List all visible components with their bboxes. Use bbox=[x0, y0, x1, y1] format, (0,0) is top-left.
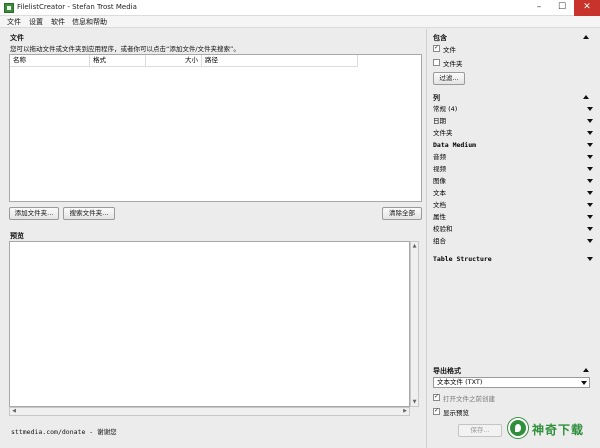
column-group-label: 常规 (4) bbox=[433, 105, 458, 113]
menu-file[interactable]: 文件 bbox=[7, 17, 21, 27]
column-group-video[interactable]: 视频 bbox=[433, 164, 593, 174]
show-preview-checkbox[interactable] bbox=[433, 407, 440, 415]
export-format-value: 文本文件 (TXT) bbox=[437, 378, 483, 386]
scroll-up-icon[interactable]: ▲ bbox=[411, 242, 418, 250]
column-group-label: 校验和 bbox=[433, 225, 453, 233]
triangle-down-icon bbox=[587, 131, 593, 135]
column-group-label: 视频 bbox=[433, 165, 446, 173]
export-format-select[interactable]: 文本文件 (TXT) bbox=[433, 377, 590, 388]
column-group-label: 属性 bbox=[433, 213, 446, 221]
table-structure-group[interactable]: Table Structure bbox=[433, 254, 593, 264]
minimize-button[interactable]: – bbox=[528, 0, 550, 16]
preview-heading: 预览 bbox=[10, 232, 24, 240]
scroll-right-icon[interactable]: ▶ bbox=[401, 408, 409, 415]
panel-divider bbox=[426, 29, 427, 448]
triangle-down-icon bbox=[587, 203, 593, 207]
table-structure-label: Table Structure bbox=[433, 255, 492, 263]
column-group-label: 图像 bbox=[433, 177, 446, 185]
chevron-down-icon bbox=[581, 381, 587, 385]
triangle-down-icon bbox=[587, 227, 593, 231]
triangle-down-icon bbox=[587, 107, 593, 111]
title-bar: FilelistCreator - Stefan Trost Media – ☐… bbox=[0, 0, 600, 16]
column-group-attributes[interactable]: 属性 bbox=[433, 212, 593, 222]
folders-checkbox[interactable] bbox=[433, 59, 440, 66]
column-header-path[interactable]: 路径 bbox=[202, 55, 358, 67]
column-group-date[interactable]: 日期 bbox=[433, 116, 593, 126]
triangle-down-icon bbox=[587, 167, 593, 171]
menu-help[interactable]: 信息和帮助 bbox=[72, 17, 107, 27]
column-group-general[interactable]: 常规 (4) bbox=[433, 104, 593, 114]
column-group-folder[interactable]: 文件夹 bbox=[433, 128, 593, 138]
preview-vertical-scrollbar[interactable]: ▲ ▼ bbox=[410, 241, 419, 407]
menu-software[interactable]: 软件 bbox=[51, 17, 65, 27]
open-after-checkbox[interactable] bbox=[433, 393, 440, 401]
column-header-size[interactable]: 大小 bbox=[146, 55, 202, 67]
column-group-label: 文本 bbox=[433, 189, 446, 197]
scroll-down-icon[interactable]: ▼ bbox=[411, 398, 418, 406]
donate-link[interactable]: sttmedia.com/donate - 谢谢您 bbox=[11, 426, 117, 436]
column-group-text[interactable]: 文本 bbox=[433, 188, 593, 198]
watermark: 神奇下载 bbox=[508, 416, 596, 442]
show-preview-label: 显示预览 bbox=[443, 409, 469, 417]
clear-all-button[interactable]: 清除全部 bbox=[382, 207, 422, 220]
menu-settings[interactable]: 设置 bbox=[29, 17, 43, 27]
scroll-left-icon[interactable]: ◀ bbox=[10, 408, 18, 415]
close-button[interactable]: ✕ bbox=[574, 0, 600, 16]
add-folder-button[interactable]: 添加文件夹... bbox=[9, 207, 59, 220]
menu-bar: 文件 设置 软件 信息和帮助 bbox=[0, 16, 600, 28]
triangle-down-icon bbox=[587, 155, 593, 159]
folders-checkbox-label: 文件夹 bbox=[443, 60, 463, 68]
filter-button[interactable]: 过滤... bbox=[433, 72, 465, 85]
triangle-down-icon bbox=[587, 191, 593, 195]
columns-heading: 列 bbox=[433, 94, 440, 102]
column-group-document[interactable]: 文档 bbox=[433, 200, 593, 210]
column-group-checksum[interactable]: 校验和 bbox=[433, 224, 593, 234]
watermark-text: 神奇下载 bbox=[532, 423, 585, 437]
files-hint: 您可以拖动文件或文件夹到应用程序，或者你可以点击“添加文件/文件夹搜索”。 bbox=[10, 45, 240, 53]
search-folder-button[interactable]: 搜索文件夹... bbox=[63, 207, 115, 220]
collapse-include-icon[interactable] bbox=[583, 35, 589, 39]
app-icon bbox=[4, 3, 14, 13]
column-group-label: Data Medium bbox=[433, 141, 477, 149]
triangle-down-icon bbox=[587, 143, 593, 147]
file-list[interactable]: 名称 格式 大小 路径 bbox=[9, 54, 422, 202]
triangle-down-icon bbox=[587, 179, 593, 183]
maximize-button[interactable]: ☐ bbox=[551, 0, 573, 16]
collapse-columns-icon[interactable] bbox=[583, 95, 589, 99]
triangle-down-icon bbox=[587, 119, 593, 123]
triangle-down-icon bbox=[587, 257, 593, 261]
save-button[interactable]: 保存... bbox=[458, 424, 502, 437]
column-group-image[interactable]: 图像 bbox=[433, 176, 593, 186]
triangle-down-icon bbox=[587, 239, 593, 243]
export-heading: 导出格式 bbox=[433, 367, 461, 375]
files-checkbox-label: 文件 bbox=[443, 46, 456, 54]
column-group-label: 日期 bbox=[433, 117, 446, 125]
column-group-label: 组合 bbox=[433, 237, 446, 245]
triangle-down-icon bbox=[587, 215, 593, 219]
column-group-combination[interactable]: 组合 bbox=[433, 236, 593, 246]
files-checkbox[interactable] bbox=[433, 44, 440, 52]
column-group-label: 文件夹 bbox=[433, 129, 453, 137]
watermark-logo-icon bbox=[508, 418, 528, 438]
column-group-label: 音频 bbox=[433, 153, 446, 161]
preview-horizontal-scrollbar[interactable]: ◀ ▶ bbox=[9, 407, 410, 416]
open-after-label: 打开文件之前创建 bbox=[443, 395, 495, 403]
column-header-format[interactable]: 格式 bbox=[90, 55, 146, 67]
window-title: FilelistCreator - Stefan Trost Media bbox=[17, 3, 137, 11]
files-heading: 文件 bbox=[10, 34, 24, 42]
column-group-audio[interactable]: 音频 bbox=[433, 152, 593, 162]
preview-area[interactable] bbox=[9, 241, 410, 407]
column-header-name[interactable]: 名称 bbox=[10, 55, 90, 67]
column-group-label: 文档 bbox=[433, 201, 446, 209]
collapse-export-icon[interactable] bbox=[583, 368, 589, 372]
column-group-data-medium[interactable]: Data Medium bbox=[433, 140, 593, 150]
include-heading: 包含 bbox=[433, 34, 447, 42]
